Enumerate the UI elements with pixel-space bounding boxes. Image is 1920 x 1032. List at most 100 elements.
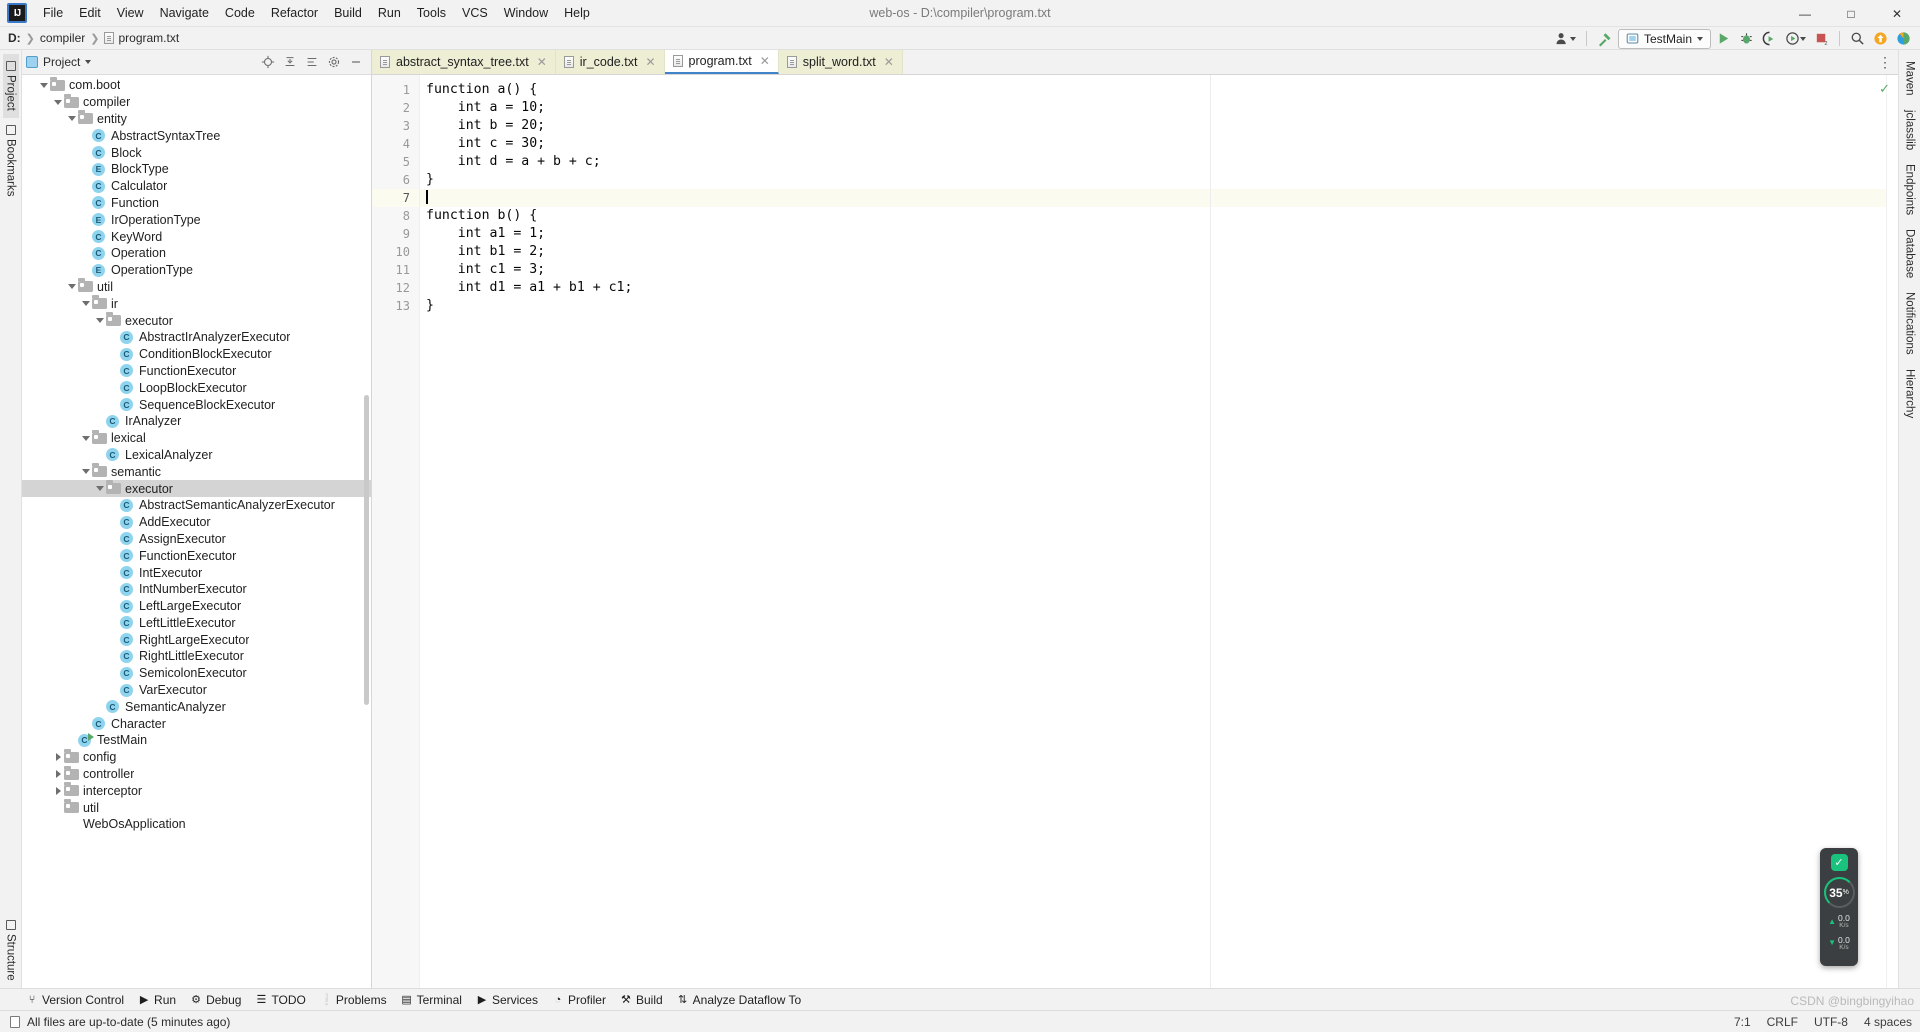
tool-window-button-run[interactable]: ▶ Run — [138, 993, 176, 1007]
line-number[interactable]: 9 — [372, 225, 419, 243]
tool-window-button-services[interactable]: ▶ Services — [476, 993, 538, 1007]
tree-node-function[interactable]: C Function — [22, 195, 371, 212]
chevron-down-icon[interactable] — [66, 281, 78, 293]
inspection-ok-icon[interactable]: ✓ — [1879, 81, 1890, 97]
tree-node-keyword[interactable]: C KeyWord — [22, 228, 371, 245]
tree-node-character[interactable]: C Character — [22, 715, 371, 732]
code-line[interactable]: int b = 20; — [420, 117, 1886, 135]
tool-stripe-button-endpoints[interactable]: Endpoints — [1902, 157, 1918, 222]
chevron-down-icon[interactable] — [94, 315, 106, 327]
code-line[interactable]: } — [420, 171, 1886, 189]
code-line[interactable]: int d = a + b + c; — [420, 153, 1886, 171]
menu-item-run[interactable]: Run — [370, 2, 409, 24]
locate-icon[interactable] — [260, 55, 275, 70]
chevron-down-icon[interactable] — [94, 483, 106, 495]
line-number[interactable]: 12 — [372, 279, 419, 297]
tree-node-operationtype[interactable]: E OperationType — [22, 262, 371, 279]
tree-node-rightlittleexecutor[interactable]: C RightLittleExecutor — [22, 648, 371, 665]
breadcrumb-file[interactable]: program.txt — [118, 31, 179, 45]
line-number-gutter[interactable]: 1 2 3 4 5 6 7 8 9 10 11 12 13 — [372, 75, 420, 988]
menu-item-window[interactable]: Window — [496, 2, 556, 24]
code-line[interactable]: function b() { — [420, 207, 1886, 225]
editor-tab-program-txt[interactable]: program.txt ✕ — [664, 50, 779, 74]
tool-window-button-version-control[interactable]: ⑂ Version Control — [26, 993, 124, 1007]
tree-node-leftlittleexecutor[interactable]: C LeftLittleExecutor — [22, 615, 371, 632]
profiler-icon[interactable] — [1782, 29, 1809, 49]
line-number[interactable]: 2 — [372, 99, 419, 117]
tree-node-iranalyzer[interactable]: C IrAnalyzer — [22, 413, 371, 430]
expand-icon[interactable] — [304, 55, 319, 70]
close-icon[interactable]: ✕ — [537, 55, 547, 69]
tree-node-functionexecutor[interactable]: C FunctionExecutor — [22, 363, 371, 380]
tree-node-webosapplication[interactable]: WebOsApplication — [22, 816, 371, 833]
tree-node-addexecutor[interactable]: C AddExecutor — [22, 514, 371, 531]
tree-node-rightlargeexecutor[interactable]: C RightLargeExecutor — [22, 631, 371, 648]
code-text-area[interactable]: function a() { int a = 10; int b = 20; i… — [420, 75, 1886, 988]
tree-node-interceptor[interactable]: interceptor — [22, 782, 371, 799]
tree-node-abstractsyntaxtree[interactable]: C AbstractSyntaxTree — [22, 127, 371, 144]
tree-node-compiler[interactable]: compiler — [22, 94, 371, 111]
tool-stripe-button-jclasslib[interactable]: jclasslib — [1902, 103, 1918, 157]
tool-stripe-button-structure[interactable]: Structure — [3, 913, 19, 988]
chevron-down-icon[interactable] — [80, 298, 92, 310]
menu-item-build[interactable]: Build — [326, 2, 370, 24]
line-number[interactable]: 1 — [372, 81, 419, 99]
tool-window-button-debug[interactable]: ⚙ Debug — [190, 993, 241, 1007]
tree-node-leftlargeexecutor[interactable]: C LeftLargeExecutor — [22, 598, 371, 615]
tree-node-ir[interactable]: ir — [22, 295, 371, 312]
code-line[interactable]: int d1 = a1 + b1 + c1; — [420, 279, 1886, 297]
close-icon[interactable]: ✕ — [760, 54, 770, 68]
tree-node-abstractiranalyzerexecutor[interactable]: C AbstractIrAnalyzerExecutor — [22, 329, 371, 346]
tree-node-blocktype[interactable]: E BlockType — [22, 161, 371, 178]
code-line[interactable]: int c1 = 3; — [420, 261, 1886, 279]
tree-node-executor[interactable]: executor — [22, 480, 371, 497]
tool-window-button-profiler[interactable]: ◔ Profiler — [552, 993, 606, 1007]
editor-tab-abstract_syntax_tree-txt[interactable]: abstract_syntax_tree.txt ✕ — [372, 50, 556, 74]
tool-window-button-problems[interactable]: ❕ Problems — [320, 993, 387, 1007]
chevron-down-icon[interactable] — [80, 432, 92, 444]
update-icon[interactable] — [1870, 29, 1891, 49]
tree-node-lexical[interactable]: lexical — [22, 430, 371, 447]
tool-stripe-button-database[interactable]: Database — [1902, 222, 1918, 285]
tree-node-config[interactable]: config — [22, 749, 371, 766]
tree-node-operation[interactable]: C Operation — [22, 245, 371, 262]
settings-icon[interactable] — [326, 55, 341, 70]
breadcrumb-folder[interactable]: compiler — [40, 31, 85, 45]
editor-scrollbar[interactable] — [1886, 75, 1898, 988]
line-separator[interactable]: CRLF — [1767, 1015, 1798, 1029]
chevron-down-icon[interactable] — [85, 60, 92, 64]
code-line[interactable]: int a1 = 1; — [420, 225, 1886, 243]
tree-node-controller[interactable]: controller — [22, 766, 371, 783]
tree-node-block[interactable]: C Block — [22, 144, 371, 161]
tool-stripe-button-hierarchy[interactable]: Hierarchy — [1902, 362, 1918, 425]
tree-node-util[interactable]: util — [22, 799, 371, 816]
tree-node-loopblockexecutor[interactable]: C LoopBlockExecutor — [22, 379, 371, 396]
line-number[interactable]: 4 — [372, 135, 419, 153]
project-tree-scrollbar[interactable] — [364, 395, 369, 705]
tool-stripe-button-project[interactable]: Project — [2, 54, 19, 118]
run-configuration-selector[interactable]: TestMain — [1617, 28, 1711, 49]
tree-node-abstractsemanticanalyzerexecutor[interactable]: C AbstractSemanticAnalyzerExecutor — [22, 497, 371, 514]
stop-icon[interactable]: 2 — [1811, 29, 1832, 49]
tree-node-semicolonexecutor[interactable]: C SemicolonExecutor — [22, 665, 371, 682]
editor-tab-split_word-txt[interactable]: split_word.txt ✕ — [778, 50, 903, 74]
menu-item-edit[interactable]: Edit — [71, 2, 109, 24]
editor-tab-ir_code-txt[interactable]: ir_code.txt ✕ — [555, 50, 665, 74]
tree-node-lexicalanalyzer[interactable]: C LexicalAnalyzer — [22, 447, 371, 464]
tree-node-intexecutor[interactable]: C IntExecutor — [22, 564, 371, 581]
close-icon[interactable]: ✕ — [645, 55, 655, 69]
chevron-right-icon[interactable] — [52, 785, 64, 797]
tool-stripe-button-bookmarks[interactable]: Bookmarks — [3, 118, 19, 204]
tree-node-iroperationtype[interactable]: E IrOperationType — [22, 211, 371, 228]
run-icon[interactable] — [1713, 29, 1734, 49]
menu-item-refactor[interactable]: Refactor — [263, 2, 326, 24]
line-number[interactable]: 11 — [372, 261, 419, 279]
chevron-right-icon[interactable] — [52, 751, 64, 763]
tree-node-com-boot[interactable]: com.boot — [22, 77, 371, 94]
run-with-coverage-icon[interactable] — [1759, 29, 1780, 49]
tool-window-button-analyze-dataflow-to[interactable]: ⇅ Analyze Dataflow To — [677, 993, 801, 1007]
hide-icon[interactable] — [348, 55, 363, 70]
code-line[interactable]: int b1 = 2; — [420, 243, 1886, 261]
tool-window-button-terminal[interactable]: ▤ Terminal — [401, 993, 462, 1007]
breadcrumb-drive[interactable]: D: — [8, 31, 21, 45]
